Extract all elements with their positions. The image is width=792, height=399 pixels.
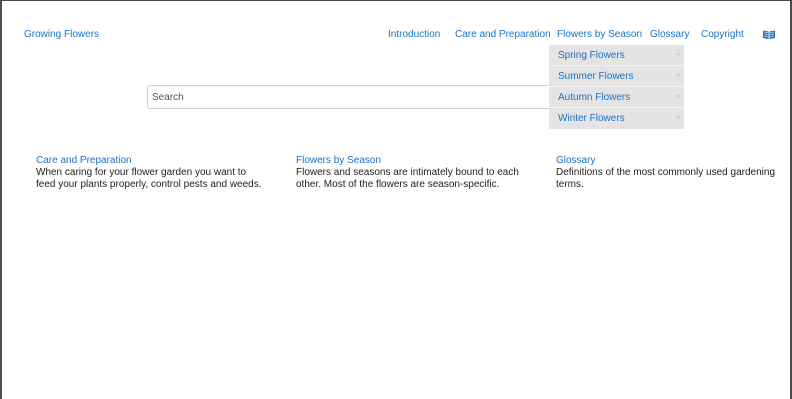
section-description: Flowers and seasons are intimately bound… [296,167,519,190]
nav-copyright[interactable]: Copyright [701,29,744,40]
section-glossary: Glossary Definitions of the most commonl… [556,155,776,191]
nav-introduction[interactable]: Introduction [388,29,440,40]
section-flowers-by-season: Flowers by Season Flowers and seasons ar… [296,155,526,191]
nav-flowers-by-season[interactable]: Flowers by Season [557,29,642,40]
book-icon[interactable] [762,29,776,40]
section-care-and-preparation: Care and Preparation When caring for you… [36,155,266,191]
search-input[interactable] [147,85,549,109]
chevron-right-icon: » [676,52,680,58]
chevron-right-icon: » [676,115,680,121]
chevron-right-icon: » [676,73,680,79]
dropdown-item-label: Winter Flowers [558,113,625,124]
season-dropdown-menu: Spring Flowers » Summer Flowers » Autumn… [549,45,684,129]
section-description: Definitions of the most commonly used ga… [556,167,776,190]
dropdown-item-spring[interactable]: Spring Flowers » [549,45,684,66]
dropdown-item-label: Autumn Flowers [558,92,631,103]
brand-link[interactable]: Growing Flowers [24,29,99,40]
section-title-link[interactable]: Flowers by Season [296,155,526,167]
nav-care-and-preparation[interactable]: Care and Preparation [455,29,551,40]
chevron-right-icon: » [676,94,680,100]
dropdown-item-label: Spring Flowers [558,50,625,61]
section-title-link[interactable]: Care and Preparation [36,155,266,167]
section-description: When caring for your flower garden you w… [36,167,262,190]
nav-glossary[interactable]: Glossary [650,29,689,40]
page: Growing Flowers Introduction Care and Pr… [1,1,790,399]
section-title-link[interactable]: Glossary [556,155,776,167]
dropdown-item-winter[interactable]: Winter Flowers » [549,108,684,129]
dropdown-item-label: Summer Flowers [558,71,634,82]
dropdown-item-summer[interactable]: Summer Flowers » [549,66,684,87]
dropdown-item-autumn[interactable]: Autumn Flowers » [549,87,684,108]
